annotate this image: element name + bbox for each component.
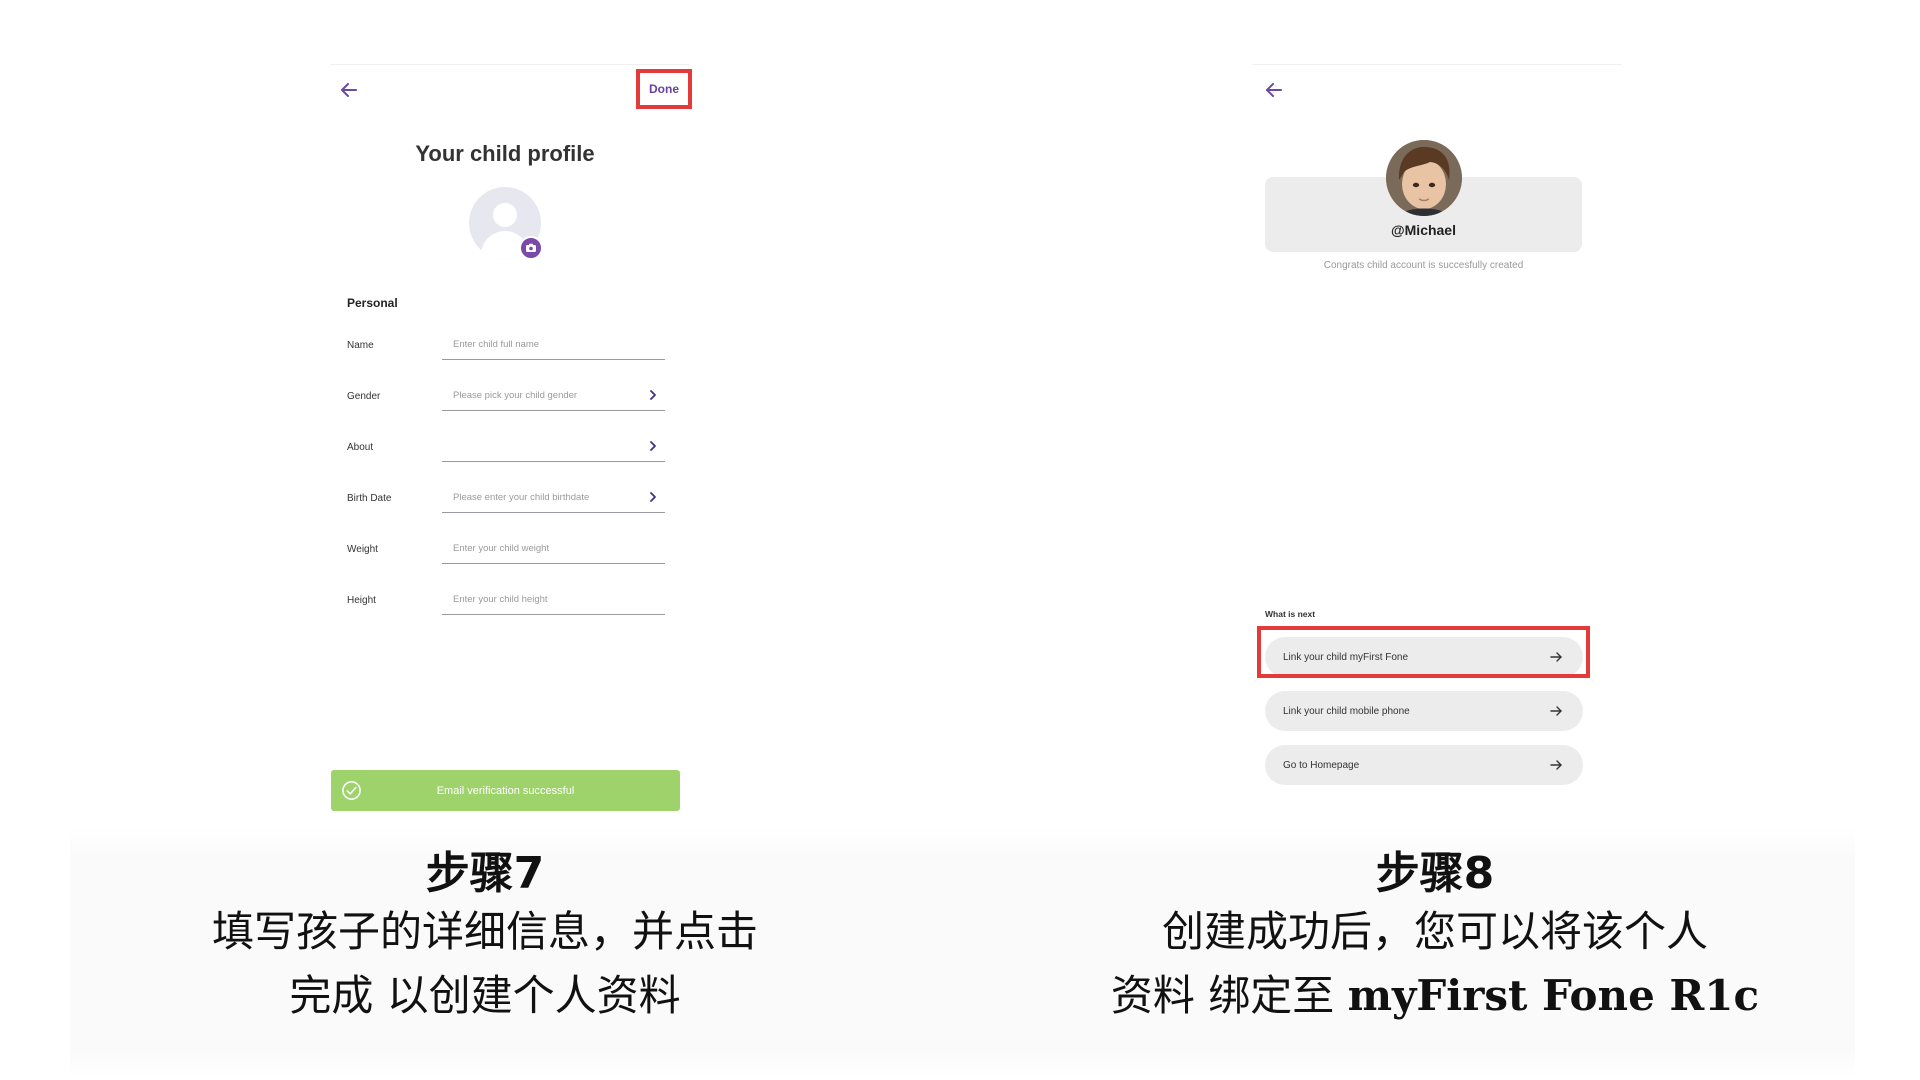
chevron-right-icon[interactable] — [647, 440, 659, 452]
caption-left-line1: 填写孩子的详细信息，并点击 — [211, 907, 758, 956]
back-arrow-icon[interactable] — [1262, 78, 1286, 102]
highlight-box — [1257, 626, 1590, 678]
field-label-weight: Weight — [347, 544, 378, 555]
top-divider — [1252, 64, 1622, 65]
step-heading-right: 步骤8 — [1375, 848, 1495, 899]
field-label-height: Height — [347, 595, 376, 606]
gender-field[interactable]: Please pick your child gender — [442, 381, 665, 411]
weight-placeholder: Enter your child weight — [453, 543, 550, 554]
button-label: Link your child mobile phone — [1283, 705, 1410, 717]
step-heading-left: 步骤7 — [425, 848, 545, 899]
weight-field[interactable]: Enter your child weight — [442, 534, 665, 564]
top-divider — [330, 64, 690, 65]
username: @Michael — [1390, 222, 1456, 238]
birth-date-placeholder: Please enter your child birthdate — [453, 492, 590, 503]
done-label: Done — [649, 82, 679, 96]
link-your-child-mobile-phone-button[interactable]: Link your child mobile phone — [1265, 691, 1583, 731]
toast-text: Email verification successful — [436, 784, 575, 797]
page-title: Your child profile — [415, 141, 595, 166]
name-placeholder: Enter child full name — [453, 339, 540, 350]
caption-right-prefix: 资料 绑定至 — [1110, 971, 1348, 1020]
done-button[interactable]: Done — [636, 69, 692, 109]
field-label-gender: Gender — [347, 391, 381, 402]
chevron-right-icon[interactable] — [647, 491, 659, 503]
chevron-right-icon[interactable] — [647, 389, 659, 401]
name-field[interactable]: Enter child full name — [442, 330, 665, 360]
arrow-right-icon — [1549, 758, 1563, 772]
birth-date-field[interactable]: Please enter your child birthdate — [442, 483, 665, 513]
gender-placeholder: Please pick your child gender — [453, 390, 578, 401]
go-to-homepage-button[interactable]: Go to Homepage — [1265, 745, 1583, 785]
about-field[interactable] — [442, 432, 665, 462]
caption-right-line1: 创建成功后，您可以将该个人 — [1161, 907, 1708, 956]
caption-left-line2: 完成 以创建个人资料 — [289, 971, 681, 1020]
section-title-personal: Personal — [347, 296, 398, 310]
button-label: Go to Homepage — [1283, 759, 1360, 771]
field-label-birth-date: Birth Date — [347, 493, 392, 504]
congrats-message: Congrats child account is succesfully cr… — [1323, 260, 1524, 271]
caption-right-line2: 资料 绑定至 myFirst Fone R1c — [1090, 962, 1780, 1023]
toast-notification: Email verification successful — [331, 770, 680, 811]
what-next-label: What is next — [1265, 609, 1316, 619]
check-circle-icon — [341, 780, 362, 801]
camera-icon[interactable] — [519, 236, 543, 260]
caption-right-brand: myFirst Fone R1c — [1347, 971, 1760, 1020]
tutorial-page: Done Your child profile Personal Name Ent… — [0, 0, 1920, 1080]
back-arrow-icon[interactable] — [337, 78, 361, 102]
field-label-about: About — [347, 442, 374, 453]
height-placeholder: Enter your child height — [453, 594, 548, 605]
arrow-right-icon — [1549, 704, 1563, 718]
avatar — [1386, 140, 1462, 216]
height-field[interactable]: Enter your child height — [442, 585, 665, 615]
field-label-name: Name — [347, 340, 374, 351]
